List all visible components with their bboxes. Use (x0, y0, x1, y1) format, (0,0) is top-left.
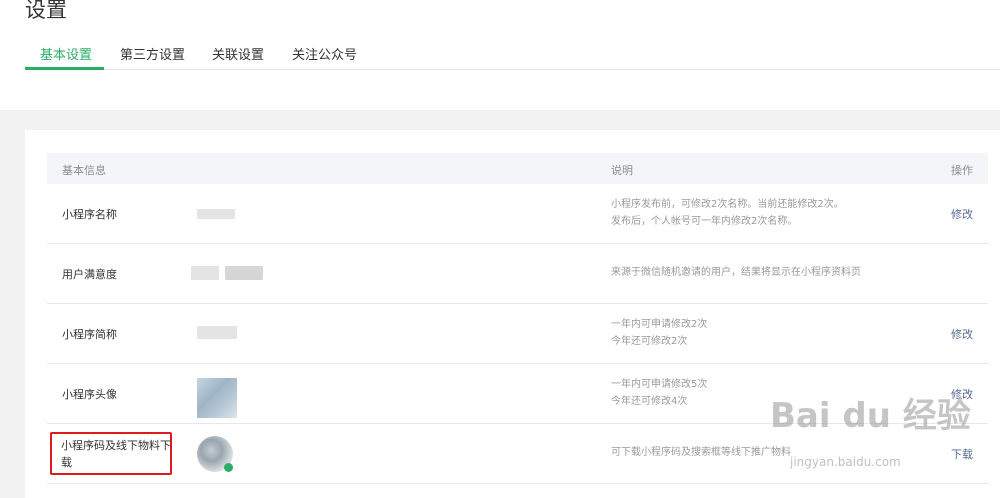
row-description: 可下载小程序码及搜索框等线下推广物料 (611, 444, 791, 461)
description-line: 可下载小程序码及搜索框等线下推广物料 (611, 447, 791, 458)
tab-third-party-settings[interactable]: 第三方设置 (120, 44, 185, 63)
table-row: 用户满意度 来源于微信随机邀请的用户，结果将显示在小程序资料页 (47, 244, 988, 304)
blurred-value (197, 209, 235, 219)
tab-basic-settings[interactable]: 基本设置 (40, 44, 92, 63)
header-description: 说明 (611, 164, 633, 177)
row-description: 小程序发布前，可修改2次名称。当前还能修改2次。 发布后，个人帐号可一年内修改2… (611, 196, 844, 230)
download-materials-link[interactable]: 下载 (951, 446, 973, 462)
table-row: 小程序头像 一年内可申请修改5次 今年还可修改4次 修改 (47, 364, 988, 424)
row-description: 一年内可申请修改5次 今年还可修改4次 (611, 376, 707, 410)
verified-check-icon (224, 463, 233, 472)
mini-program-qrcode-icon (197, 436, 233, 472)
mini-program-avatar (197, 378, 237, 418)
table-row: 小程序简称 一年内可申请修改2次 今年还可修改2次 修改 (47, 304, 988, 364)
description-line: 一年内可申请修改2次 (611, 319, 708, 330)
description-line: 今年还可修改4次 (611, 396, 688, 407)
tab-follow-official-account[interactable]: 关注公众号 (292, 44, 357, 63)
header-basic-info: 基本信息 (62, 164, 106, 177)
description-line: 来源于微信随机邀请的用户，结果将显示在小程序资料页 (611, 267, 861, 278)
header-area: 设置 基本设置 第三方设置 关联设置 关注公众号 (0, 0, 1000, 110)
description-line: 今年还可修改2次 (611, 336, 688, 347)
blurred-value (191, 266, 219, 280)
description-line: 发布后，个人帐号可一年内修改2次名称。 (611, 216, 798, 227)
description-line: 小程序发布前，可修改2次名称。当前还能修改2次。 (611, 199, 844, 210)
table-row: 小程序码及线下物料下载 可下载小程序码及搜索框等线下推广物料 下载 (47, 424, 988, 484)
basic-info-table: 基本信息 说明 操作 小程序名称 小程序发布前，可修改2次名称。当前还能修改2次… (47, 153, 988, 484)
row-description: 一年内可申请修改2次 今年还可修改2次 (611, 316, 707, 350)
header-operation: 操作 (951, 164, 973, 177)
settings-tabs: 基本设置 第三方设置 关联设置 关注公众号 (25, 40, 1000, 70)
modify-short-name-link[interactable]: 修改 (951, 326, 973, 342)
table-header: 基本信息 说明 操作 (47, 153, 988, 184)
modify-avatar-link[interactable]: 修改 (951, 386, 973, 402)
table-row: 小程序名称 小程序发布前，可修改2次名称。当前还能修改2次。 发布后，个人帐号可… (47, 184, 988, 244)
row-label-avatar: 小程序头像 (62, 388, 117, 401)
row-label-qrcode-download: 小程序码及线下物料下载 (61, 439, 171, 469)
blurred-value (225, 266, 263, 280)
row-label-name: 小程序名称 (62, 208, 117, 221)
blurred-value (197, 326, 237, 339)
page-title: 设置 (25, 0, 67, 22)
tab-related-settings[interactable]: 关联设置 (212, 44, 264, 63)
active-tab-indicator (25, 67, 104, 70)
row-description: 来源于微信随机邀请的用户，结果将显示在小程序资料页 (611, 264, 861, 281)
modify-name-link[interactable]: 修改 (951, 206, 973, 222)
description-line: 一年内可申请修改5次 (611, 379, 708, 390)
row-label-short-name: 小程序简称 (62, 328, 117, 341)
basic-info-card: 基本信息 说明 操作 小程序名称 小程序发布前，可修改2次名称。当前还能修改2次… (25, 130, 1000, 498)
row-label-satisfaction: 用户满意度 (62, 268, 117, 281)
